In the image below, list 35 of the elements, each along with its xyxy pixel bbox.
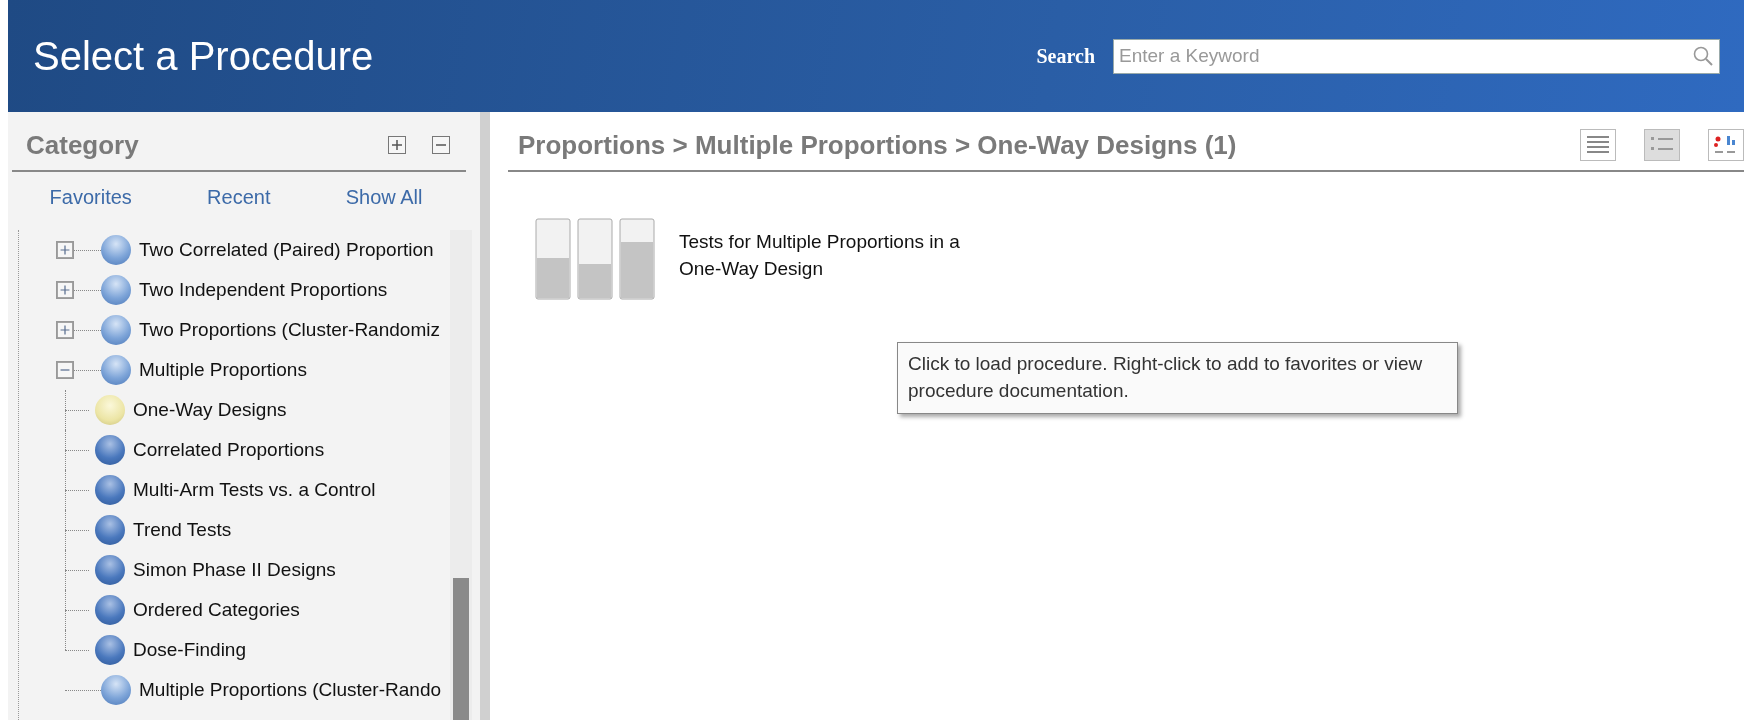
tree-item[interactable]: Dose-Finding xyxy=(133,635,246,665)
tree-item[interactable]: Ordered Categories xyxy=(133,595,300,625)
tooltip: Click to load procedure. Right-click to add to favorites or view procedure documentation. xyxy=(897,342,1459,414)
tree-item[interactable]: Multiple Proportions xyxy=(139,355,307,385)
tree-item[interactable]: One-Way Designs xyxy=(133,395,287,425)
panel-title: Category xyxy=(26,128,140,162)
search-field[interactable]: Enter a Keyword xyxy=(1113,38,1720,74)
tree-item[interactable]: Simon Phase II Designs xyxy=(133,555,336,585)
scrollbar[interactable] xyxy=(450,230,472,720)
details-view-button[interactable] xyxy=(1644,129,1680,161)
category-link[interactable]: Recent xyxy=(207,182,271,230)
tree-item[interactable]: Trend Tests xyxy=(133,515,232,545)
tree-item[interactable]: Two Correlated (Paired) Proportion xyxy=(139,235,434,265)
list-view-button[interactable] xyxy=(1580,129,1616,161)
breadcrumb: Proportions > Multiple Proportions > One-Way Designs (1) xyxy=(518,128,1238,162)
chart-view-button[interactable] xyxy=(1708,129,1744,161)
category-link[interactable]: Favorites xyxy=(49,182,132,230)
expand-icon[interactable] xyxy=(56,321,74,339)
expand-all-icon[interactable] xyxy=(388,136,406,154)
tree-item[interactable]: Correlated Proportions xyxy=(133,435,325,465)
search-icon[interactable] xyxy=(1692,44,1714,67)
scrollbar-thumb[interactable] xyxy=(453,578,469,720)
tree-item[interactable]: Two Independent Proportions xyxy=(139,275,388,305)
tree-item[interactable]: Multiple Proportions (Cluster-Rando xyxy=(139,675,441,705)
category-link[interactable]: Show All xyxy=(345,182,423,230)
expand-icon[interactable] xyxy=(56,281,74,299)
bar-chart-icon[interactable] xyxy=(535,218,655,302)
search-label: Search xyxy=(1036,44,1095,69)
collapse-all-icon[interactable] xyxy=(432,136,450,154)
tree-item[interactable]: Two Proportions (Cluster-Randomiz xyxy=(139,315,440,345)
collapse-icon[interactable] xyxy=(56,361,74,379)
procedure-link[interactable]: Tests for Multiple Proportions in a One-Way Design xyxy=(679,218,960,282)
window-title: Select a Procedure xyxy=(33,33,375,80)
tree-item[interactable]: Multi-Arm Tests vs. a Control xyxy=(133,475,376,505)
expand-icon[interactable] xyxy=(56,241,74,259)
